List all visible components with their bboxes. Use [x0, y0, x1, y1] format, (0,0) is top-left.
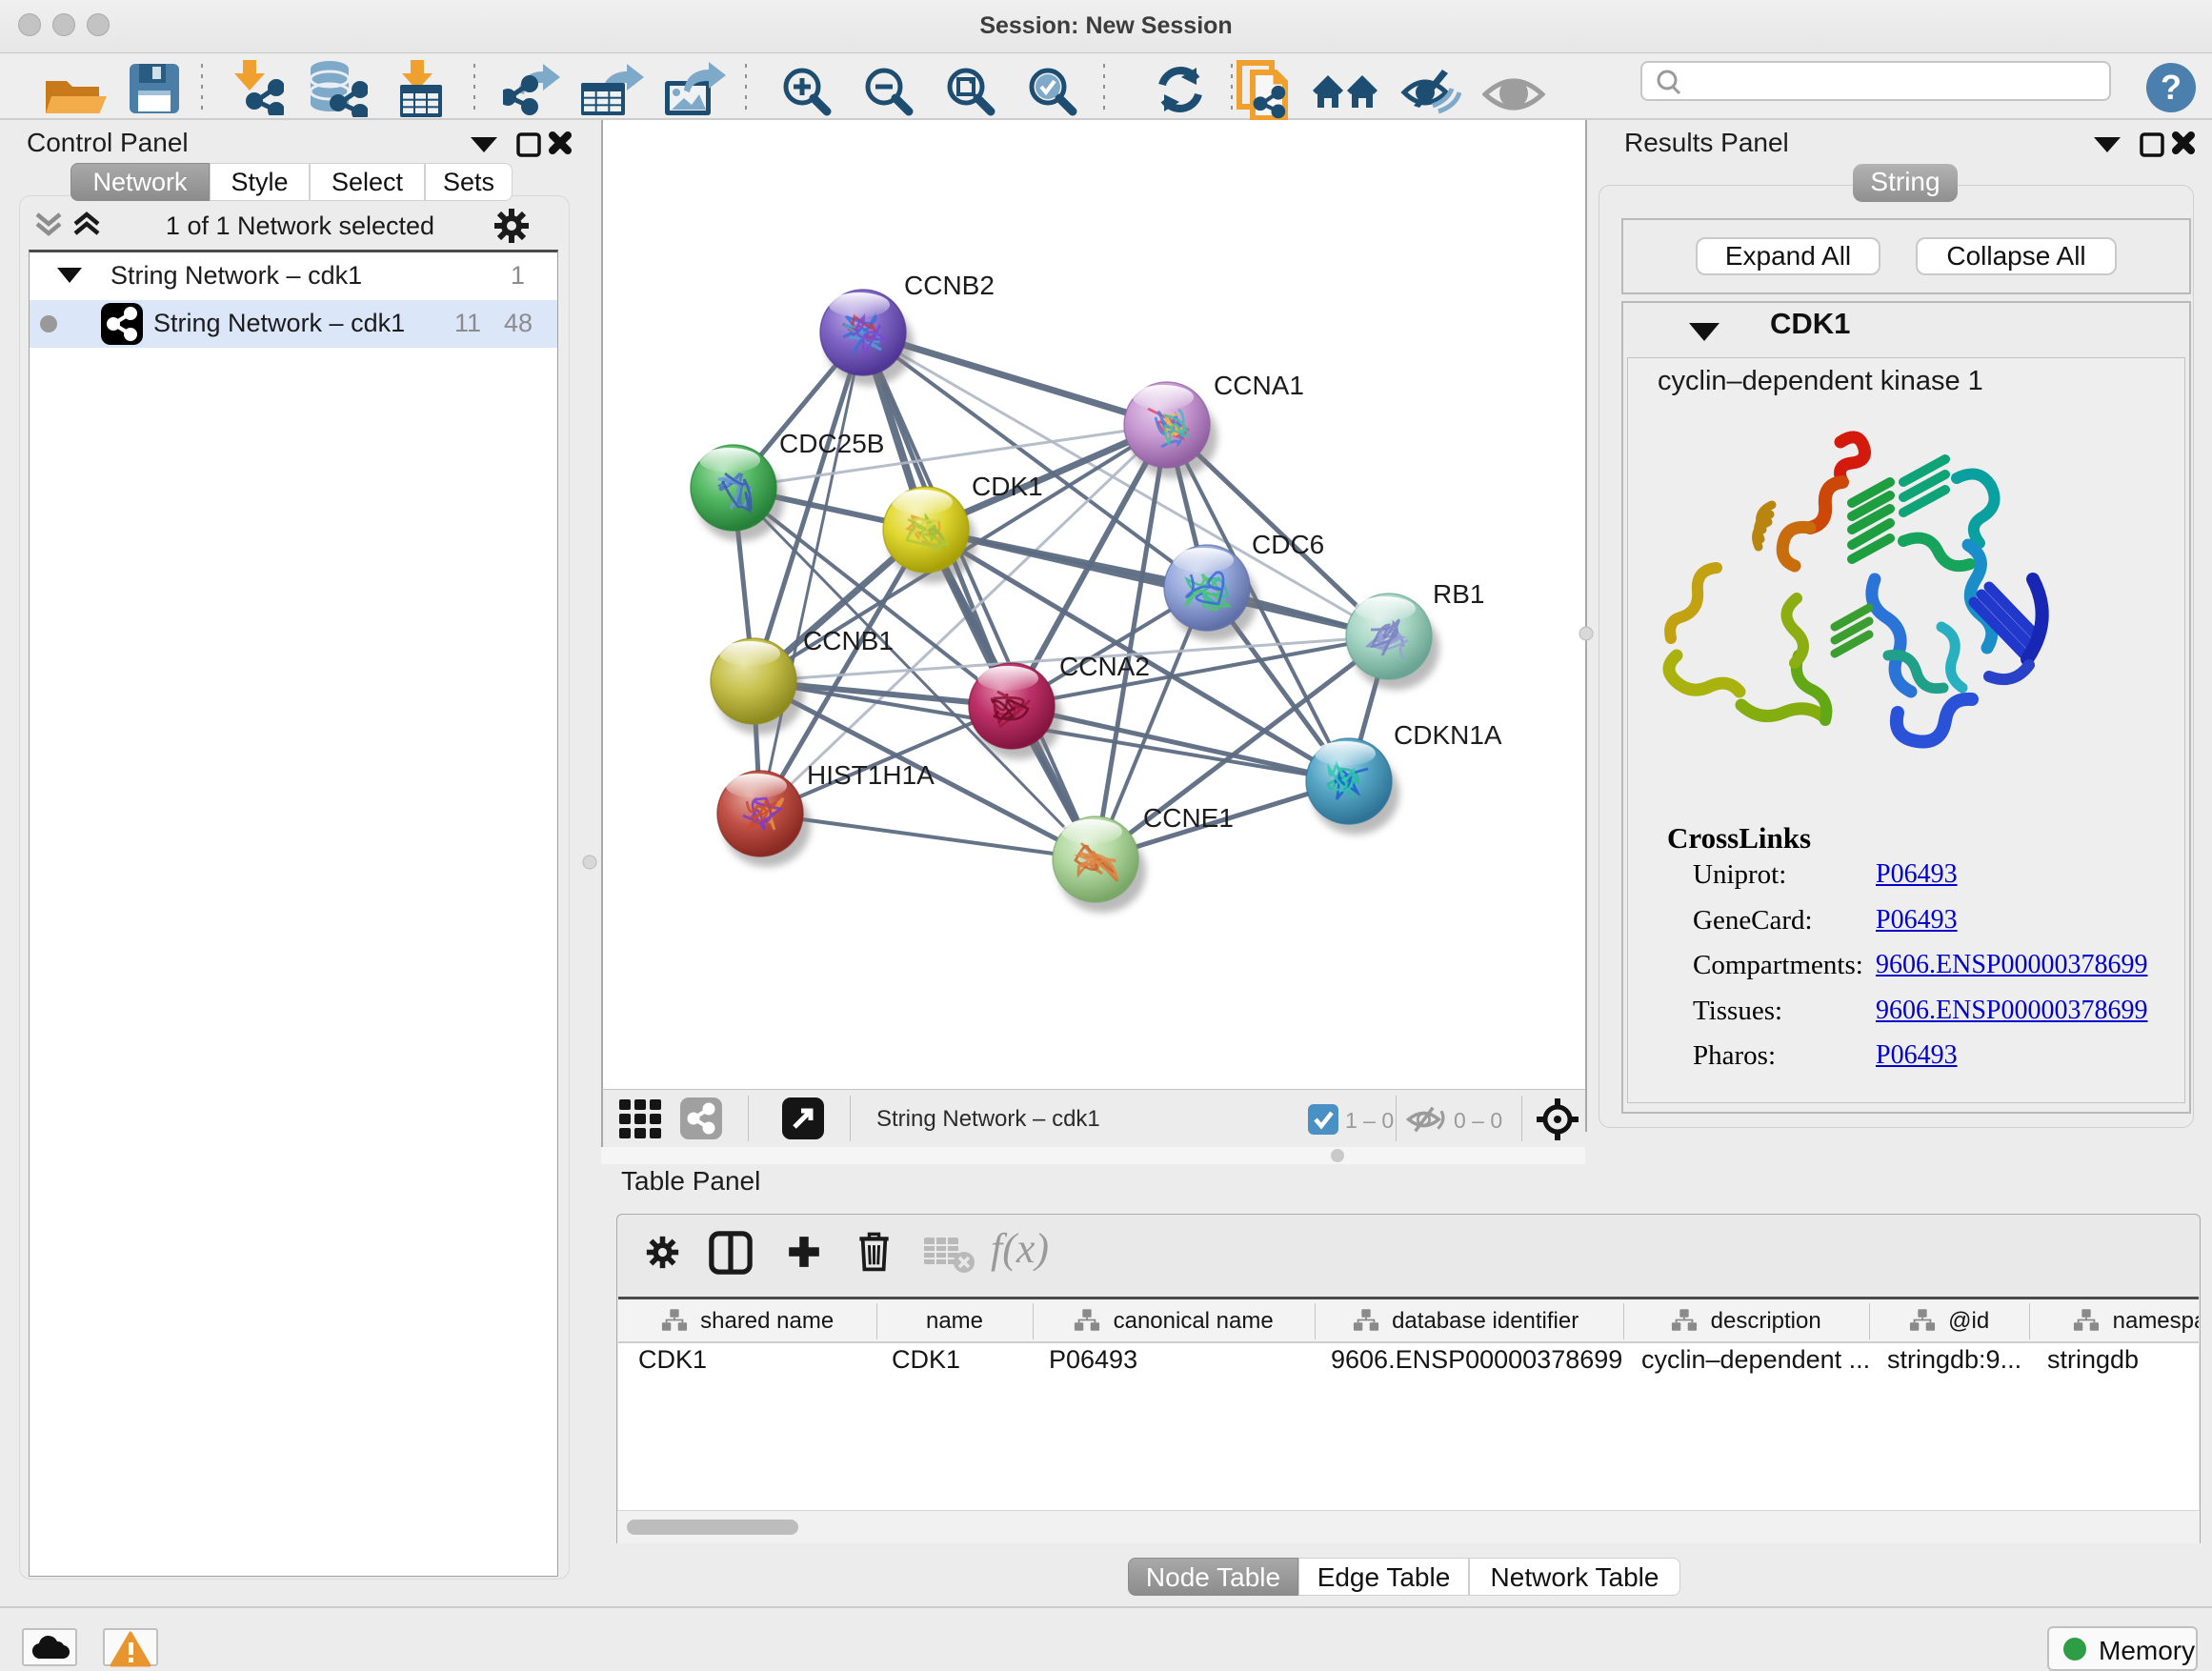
svg-text:HIST1H1A: HIST1H1A — [807, 760, 935, 790]
svg-text:?: ? — [2161, 68, 2182, 107]
svg-text:CCNB1: CCNB1 — [803, 626, 894, 655]
svg-text:CDK1: CDK1 — [972, 472, 1043, 501]
svg-text:CCNB2: CCNB2 — [904, 271, 995, 300]
svg-text:CDC25B: CDC25B — [779, 429, 884, 458]
svg-text:CCNE1: CCNE1 — [1143, 803, 1234, 833]
svg-text:CDC6: CDC6 — [1252, 530, 1324, 559]
svg-text:CCNA2: CCNA2 — [1059, 652, 1150, 681]
svg-text:RB1: RB1 — [1433, 579, 1484, 609]
svg-text:CCNA1: CCNA1 — [1214, 371, 1304, 400]
svg-text:CDKN1A: CDKN1A — [1394, 720, 1502, 750]
